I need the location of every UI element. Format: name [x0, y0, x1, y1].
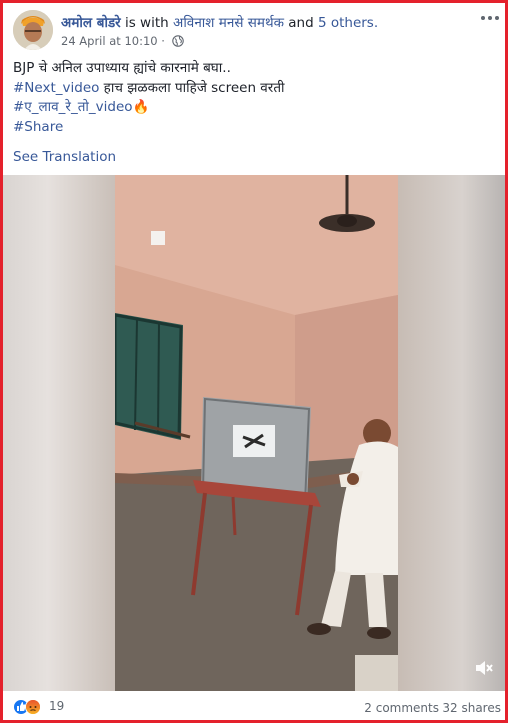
avatar[interactable]	[13, 10, 53, 50]
post-author-line: अमोल बोडरे is with अविनाश मनसे समर्थक an…	[61, 13, 378, 31]
post-card: अमोल बोडरे is with अविनाश मनसे समर्थक an…	[0, 0, 508, 723]
volume-muted-icon[interactable]	[473, 657, 495, 679]
author-name-link[interactable]: अमोल बोडरे	[61, 15, 121, 31]
reaction-count[interactable]: 19	[49, 699, 64, 713]
video-frame	[115, 175, 398, 691]
tagged-person-link[interactable]: अविनाश मनसे समर्थक	[173, 15, 284, 31]
post-meta: 24 April at 10:10 ·	[61, 34, 184, 50]
with-prefix: is with	[124, 15, 169, 31]
video-blur-left	[3, 175, 115, 691]
post-text-line-2: #Next_video हाच झळकला पाहिजे screen वरती	[13, 79, 501, 99]
post-header: अमोल बोडरे is with अविनाश मनसे समर्थक an…	[13, 10, 501, 54]
post-body: BJP चे अनिल उपाध्याय ह्यांचे कारनामे बघा…	[13, 59, 501, 137]
hashtag-next-video[interactable]: #Next_video	[13, 80, 99, 96]
see-translation-link[interactable]: See Translation	[13, 149, 116, 165]
post-text-line-1: BJP चे अनिल उपाध्याय ह्यांचे कारनामे बघा…	[13, 60, 231, 76]
ellipsis-icon[interactable]	[479, 12, 501, 26]
shares-count-link[interactable]: 32 shares	[442, 701, 501, 715]
post-timestamp[interactable]: 24 April at 10:10 ·	[61, 34, 165, 48]
comments-count-link[interactable]: 2 comments	[364, 701, 439, 715]
angry-reaction-icon	[25, 699, 41, 715]
post-text-line-3: #ए_लाव_रे_तो_video🔥	[13, 98, 501, 118]
video-player[interactable]	[3, 175, 505, 691]
globe-icon	[171, 35, 184, 50]
hashtag-video[interactable]: #ए_लाव_रे_तो_video	[13, 99, 133, 115]
fire-emoji: 🔥	[132, 99, 150, 115]
hashtag-share[interactable]: #Share	[13, 119, 63, 135]
video-blur-right	[398, 175, 505, 691]
others-link[interactable]: 5 others.	[318, 15, 378, 31]
post-footer: 19 2 comments 32 shares	[3, 693, 505, 720]
post-text-line-4: #Share	[13, 118, 501, 138]
post-text-line-2-rest: हाच झळकला पाहिजे screen वरती	[99, 79, 285, 96]
and-text: and	[288, 15, 314, 31]
